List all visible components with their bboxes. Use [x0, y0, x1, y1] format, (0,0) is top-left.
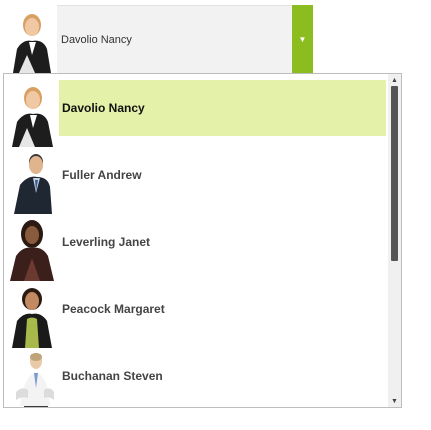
list-item-label: Peacock Margaret [62, 302, 165, 316]
list-item-davolio-nancy[interactable]: Davolio Nancy [4, 80, 388, 147]
combo-dropdown-popup: Davolio Nancy Fuller Andrew Leverling Ja… [3, 73, 402, 408]
chevron-down-icon: ▼ [391, 397, 398, 405]
chevron-up-icon: ▲ [391, 76, 398, 84]
list-item-leverling-janet[interactable]: Leverling Janet [4, 214, 388, 281]
scrollbar-thumb[interactable] [391, 86, 398, 261]
combo-selected-value[interactable]: Davolio Nancy [57, 5, 292, 73]
combo-dropdown-button[interactable]: ▼ [292, 5, 313, 73]
list-item-buchanan-steven[interactable]: Buchanan Steven [4, 348, 388, 407]
list-item-fuller-andrew[interactable]: Fuller Andrew [4, 147, 388, 214]
list-item-label-cell: Fuller Andrew [59, 147, 386, 203]
list-item-label: Fuller Andrew [62, 168, 142, 182]
employee-photo [6, 214, 58, 281]
employee-photo [6, 80, 58, 147]
list-item-label-cell: Buchanan Steven [59, 348, 386, 404]
combo-selected-label: Davolio Nancy [61, 33, 132, 46]
employee-list: Davolio Nancy Fuller Andrew Leverling Ja… [4, 74, 388, 407]
scroll-up-button[interactable]: ▲ [388, 74, 401, 86]
list-item-label: Buchanan Steven [62, 369, 163, 383]
list-item-peacock-margaret[interactable]: Peacock Margaret [4, 281, 388, 348]
employee-photo [6, 348, 58, 407]
list-item-label-cell: Leverling Janet [59, 214, 386, 270]
selected-employee-photo [5, 5, 57, 73]
dropdown-scrollbar[interactable]: ▲ ▼ [388, 74, 401, 407]
chevron-down-icon: ▼ [298, 34, 307, 44]
list-item-label: Leverling Janet [62, 235, 151, 249]
list-item-label: Davolio Nancy [62, 101, 145, 115]
employee-photo [6, 147, 58, 214]
scroll-down-button[interactable]: ▼ [388, 395, 401, 407]
list-item-label-cell: Peacock Margaret [59, 281, 386, 337]
employee-photo [6, 281, 58, 348]
list-item-label-cell: Davolio Nancy [59, 80, 386, 136]
employee-combo-box[interactable]: Davolio Nancy ▼ [5, 5, 313, 73]
